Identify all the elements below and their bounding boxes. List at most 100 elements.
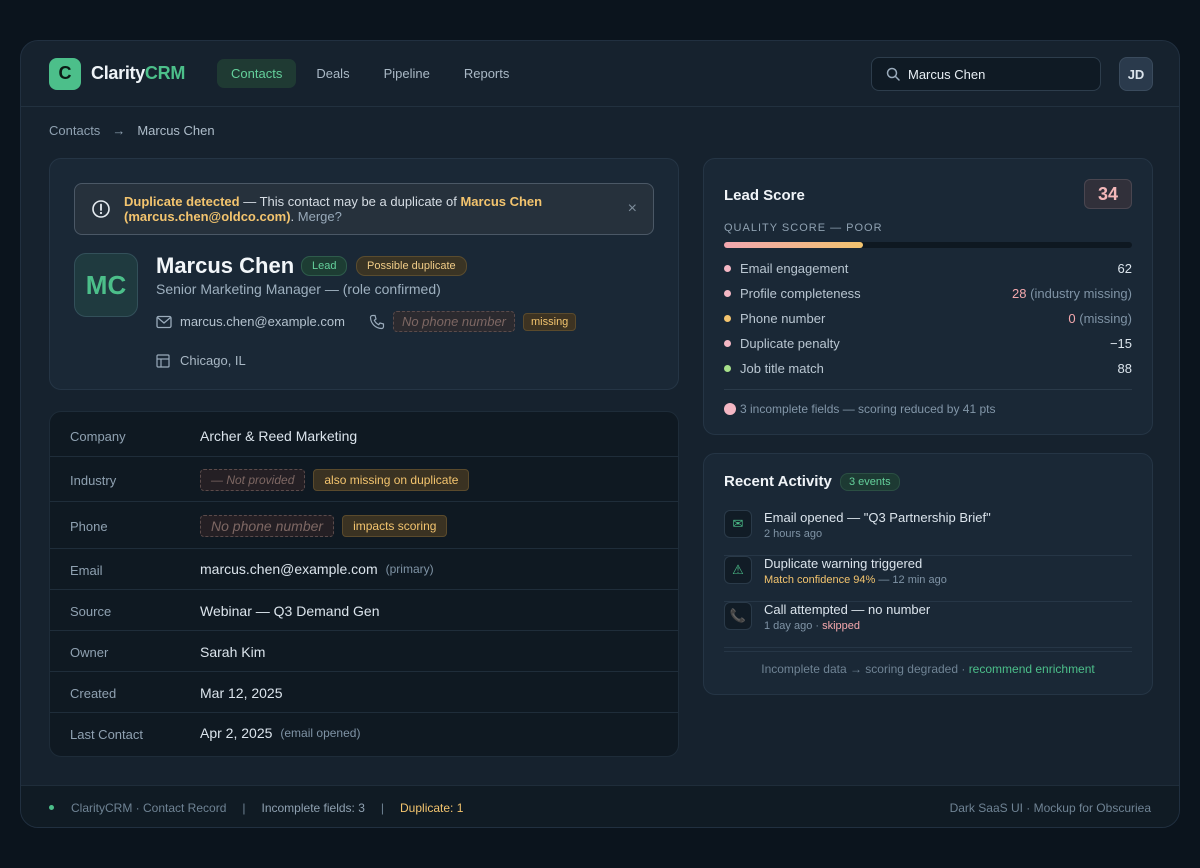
lead-badge: Lead	[301, 256, 348, 276]
row-label: Source	[70, 604, 112, 619]
activity-item-time: Match confidence 94% — 12 min ago	[764, 574, 947, 586]
phone-missing-field[interactable]: No phone number	[200, 515, 335, 537]
score-footer-text: 3 incomplete fields — scoring reduced by…	[740, 402, 996, 416]
table-row: Source Webinar — Q3 Demand Gen	[50, 590, 678, 631]
factor-name: Duplicate penalty	[740, 336, 840, 351]
activity-item-title: Call attempted — no number	[764, 602, 931, 617]
last-contact-note: (email opened)	[280, 726, 361, 740]
factor-name: Job title match	[740, 361, 824, 376]
details-table: Company Archer & Reed Marketing Industry…	[49, 411, 679, 757]
logo-icon: C	[49, 57, 81, 90]
phone-value: No phone number impacts scoring	[200, 515, 448, 537]
phone-missing-field[interactable]: No phone number	[392, 311, 516, 332]
table-row: Industry — Not provided also missing on …	[50, 457, 678, 502]
row-label: Company	[70, 429, 126, 444]
factor-value: 28 (industry missing)	[1012, 286, 1132, 301]
factor-dot-icon	[724, 340, 731, 347]
table-row: Email marcus.chen@example.com (primary)	[50, 549, 678, 590]
top-bar: C ClarityCRM Contacts Deals Pipeline Rep…	[21, 41, 1179, 107]
breadcrumb-separator: →	[112, 123, 126, 138]
status-bar: ClarityCRM · Contact Record | Incomplete…	[21, 785, 1179, 827]
footer-app-label: ClarityCRM · Contact Record	[71, 800, 227, 815]
table-row: Phone No phone number impacts scoring	[50, 502, 678, 549]
phone-icon: 📞	[724, 602, 752, 630]
location-text: Chicago, IL	[180, 353, 246, 368]
duplicate-badge: Possible duplicate	[356, 256, 467, 276]
building-icon	[156, 353, 170, 368]
search-icon	[886, 67, 900, 81]
activity-card: Recent Activity 3 events ✉ Email opened …	[703, 453, 1153, 695]
contact-email[interactable]: marcus.chen@example.com	[180, 314, 345, 329]
factor-name: Email engagement	[740, 261, 849, 276]
alert-message: Duplicate detected — This contact may be…	[124, 194, 543, 224]
table-row: Created Mar 12, 2025	[50, 672, 678, 713]
lead-score-value: 34	[1084, 179, 1132, 209]
contact-role: Senior Marketing Manager — (role confirm…	[156, 281, 441, 297]
breadcrumb: Contacts → Marcus Chen	[49, 123, 215, 138]
lead-score-title: Lead Score	[724, 187, 805, 204]
lead-score-card: Lead Score 34 QUALITY SCORE — POOR Email…	[703, 158, 1153, 435]
close-icon[interactable]: ×	[628, 200, 637, 218]
footer-duplicate: Duplicate: 1	[400, 800, 464, 815]
activity-item[interactable]: ⚠ Duplicate warning triggered Match conf…	[724, 556, 1132, 602]
user-avatar[interactable]: JD	[1119, 57, 1153, 91]
factor-name: Phone number	[740, 311, 826, 326]
factor-dot-icon	[724, 265, 731, 272]
search-input[interactable]	[908, 66, 1078, 82]
table-row: Owner Sarah Kim	[50, 631, 678, 672]
activity-item[interactable]: 📞 Call attempted — no number 1 day ago ·…	[724, 602, 1132, 648]
industry-missing-field[interactable]: — Not provided	[200, 469, 306, 491]
status-dot-icon	[724, 403, 736, 415]
activity-item[interactable]: ✉ Email opened — "Q3 Partnership Brief" …	[724, 510, 1132, 556]
contact-name: Marcus Chen	[156, 253, 295, 278]
row-label: Email	[70, 563, 103, 578]
row-label: Owner	[70, 645, 109, 660]
factor-dot-icon	[724, 365, 731, 372]
activity-item-title: Duplicate warning triggered	[764, 556, 923, 571]
breadcrumb-contacts[interactable]: Contacts	[49, 123, 100, 138]
factor-value: 0 (missing)	[1068, 311, 1132, 326]
score-footer: 3 incomplete fields — scoring reduced by…	[724, 402, 995, 416]
breadcrumb-current: Marcus Chen	[137, 123, 215, 138]
factor-value: 62	[1117, 261, 1132, 276]
industry-value: — Not provided also missing on duplicate	[200, 469, 470, 491]
quality-bar	[724, 242, 1132, 248]
factor-name: Profile completeness	[740, 286, 861, 301]
row-label: Last Contact	[70, 727, 143, 742]
company-value: Archer & Reed Marketing	[200, 428, 358, 444]
table-row: Last Contact Apr 2, 2025 (email opened)	[50, 713, 678, 757]
nav-reports[interactable]: Reports	[450, 59, 524, 88]
row-label: Created	[70, 686, 117, 701]
footer-separator: |	[242, 800, 246, 815]
nav-pipeline[interactable]: Pipeline	[370, 59, 444, 88]
app-window: C ClarityCRM Contacts Deals Pipeline Rep…	[20, 40, 1180, 828]
contact-avatar: MC	[74, 253, 138, 317]
factor-value: −15	[1109, 336, 1132, 351]
owner-value: Sarah Kim	[200, 644, 266, 660]
nav-deals[interactable]: Deals	[302, 59, 363, 88]
activity-item-time: 2 hours ago	[764, 528, 823, 540]
nav-contacts[interactable]: Contacts	[217, 59, 297, 88]
factor-dot-icon	[724, 290, 731, 297]
activity-item-title: Email opened — "Q3 Partnership Brief"	[764, 510, 991, 525]
footer-separator: |	[380, 800, 385, 815]
alert-circle-icon	[92, 200, 110, 218]
merge-link[interactable]: Merge?	[298, 209, 342, 224]
status-dot-icon	[49, 805, 54, 810]
duplicate-alert: Duplicate detected — This contact may be…	[74, 183, 654, 235]
email-text[interactable]: marcus.chen@example.com	[200, 561, 378, 577]
last-contact-value: Apr 2, 2025 (email opened)	[200, 725, 360, 741]
search-box	[871, 57, 1101, 91]
source-value: Webinar — Q3 Demand Gen	[200, 603, 380, 619]
last-contact-date: Apr 2, 2025	[200, 725, 273, 741]
warning-icon: ⚠	[724, 556, 752, 584]
activity-title: Recent Activity	[724, 473, 832, 490]
enrichment-link[interactable]: recommend enrichment	[969, 662, 1095, 676]
profile-card: Duplicate detected — This contact may be…	[49, 158, 679, 390]
phone-icon	[369, 314, 385, 329]
row-label: Phone	[70, 519, 108, 534]
activity-footer: Incomplete data → scoring degraded · rec…	[724, 651, 1132, 676]
events-badge: 3 events	[840, 473, 900, 491]
created-value: Mar 12, 2025	[200, 685, 283, 701]
quality-label: QUALITY SCORE — POOR	[724, 222, 883, 234]
